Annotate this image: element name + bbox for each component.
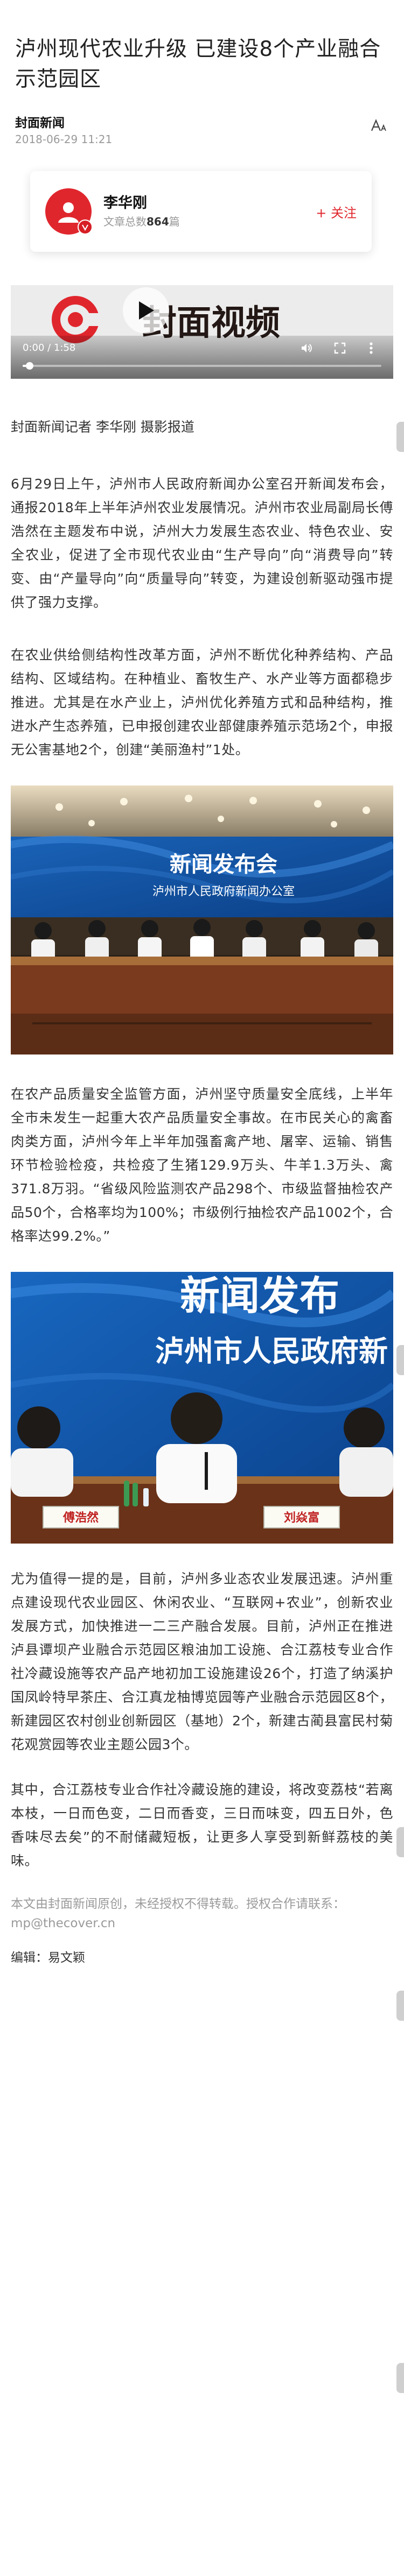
article-page: 泸州现代农业升级 已建设8个产业融合示范园区 封面新闻 2018-06-29 1… xyxy=(0,0,404,2576)
more-vertical-icon xyxy=(370,342,373,354)
font-size-icon xyxy=(371,119,386,131)
video-player[interactable]: 封面视频 0:00 / 1:58 xyxy=(11,285,393,379)
video-progress-track[interactable] xyxy=(23,362,381,370)
author-info: 李华刚 文章总数864篇 xyxy=(103,193,316,230)
author-card[interactable]: 李华刚 文章总数864篇 + 关注 xyxy=(30,171,372,252)
scroll-handle[interactable] xyxy=(396,1827,404,1857)
photo-2-scene: 新闻发布 泸州市人民政府新 傅浩然 刘焱富 xyxy=(11,1272,393,1544)
copyright-note: 本文由封面新闻原创，未经授权不得转载。授权合作请联系：mp@thecover.c… xyxy=(11,1897,345,1930)
video-progress-knob[interactable] xyxy=(26,362,34,370)
photo2-banner-title: 新闻发布 xyxy=(180,1273,339,1319)
article-count-suffix: 篇 xyxy=(169,215,180,228)
fullscreen-button[interactable] xyxy=(333,341,347,355)
avatar[interactable] xyxy=(45,188,93,235)
photo2-nameplate-right: 刘焱富 xyxy=(284,1511,319,1525)
video-time: 0:00 / 1:58 xyxy=(23,342,76,353)
default-user-avatar-icon xyxy=(58,202,79,223)
paragraph-3: 在农产品质量安全监管方面，泸州坚守质量安全底线，上半年全市未发生一起重大农产品质… xyxy=(11,1086,393,1244)
volume-button[interactable] xyxy=(299,341,314,355)
author-name[interactable]: 李华刚 xyxy=(103,193,316,214)
editor-line: 编辑：易文颖 xyxy=(11,1951,85,1965)
press-conference-photo-1: 新闻发布会 泸州市人民政府新闻办公室 xyxy=(11,785,393,1055)
photo1-banner-subtitle: 泸州市人民政府新闻办公室 xyxy=(152,885,295,898)
v-badge-icon xyxy=(82,224,88,231)
article-meta: 封面新闻 2018-06-29 11:21 xyxy=(15,115,389,150)
photo2-banner-subtitle: 泸州市人民政府新 xyxy=(155,1334,388,1368)
article-source[interactable]: 封面新闻 xyxy=(15,115,389,131)
article-count: 文章总数864篇 xyxy=(103,214,316,230)
font-size-button[interactable] xyxy=(367,115,389,137)
volume-icon xyxy=(302,344,312,352)
video-play-button[interactable] xyxy=(123,287,169,334)
article-title: 泸州现代农业升级 已建设8个产业融合示范园区 xyxy=(15,37,381,91)
article-count-prefix: 文章总数 xyxy=(103,215,147,228)
verified-badge xyxy=(78,220,93,235)
article-count-value: 864 xyxy=(147,215,169,228)
paragraph-1: 6月29日上午，泸州市人民政府新闻办公室召开新闻发布会，通报2018年上半年泸州… xyxy=(11,476,393,610)
photo-1-scene: 新闻发布会 泸州市人民政府新闻办公室 xyxy=(11,785,393,1055)
scroll-handle[interactable] xyxy=(396,422,404,452)
article-date: 2018-06-29 11:21 xyxy=(15,133,113,146)
scroll-handle[interactable] xyxy=(396,1991,404,2021)
scroll-handle[interactable] xyxy=(396,1345,404,1375)
paragraph-5: 其中，合江荔枝专业合作社冷藏设施的建设，将改变荔枝“若离本枝，一日而色变，二日而… xyxy=(11,1782,393,1869)
more-options-button[interactable] xyxy=(364,341,378,355)
press-conference-photo-2: 新闻发布 泸州市人民政府新 傅浩然 刘焱富 xyxy=(11,1272,393,1544)
follow-button[interactable]: + 关注 xyxy=(316,202,357,221)
photo1-banner-title: 新闻发布会 xyxy=(170,852,277,877)
video-controls: 0:00 / 1:58 xyxy=(11,336,393,379)
fullscreen-icon xyxy=(334,342,346,354)
photo2-nameplate-left: 傅浩然 xyxy=(62,1511,99,1525)
scroll-handle[interactable] xyxy=(396,2363,404,2393)
play-icon xyxy=(139,301,154,320)
paragraph-4: 尤为值得一提的是，目前，泸州多业态农业发展迅速。泸州重点建设现代农业园区、休闲农… xyxy=(11,1571,393,1752)
reporter-line: 封面新闻记者 李华刚 摄影报道 xyxy=(11,419,194,435)
paragraph-2: 在农业供给侧结构性改革方面，泸州不断优化种养结构、产品结构、区域结构。在种植业、… xyxy=(11,647,393,758)
